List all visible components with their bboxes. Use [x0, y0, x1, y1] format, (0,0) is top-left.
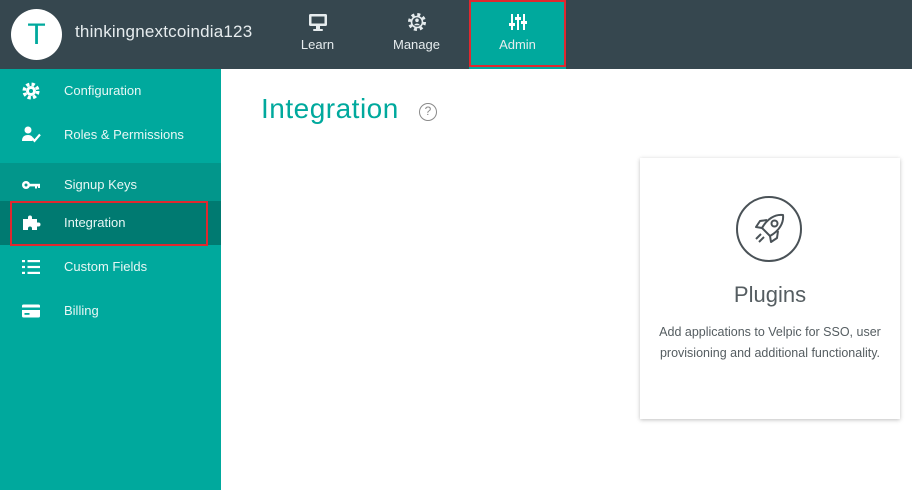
integration-item-highlight: [10, 201, 208, 246]
sidebar-item-custom-fields[interactable]: Custom Fields: [0, 245, 221, 289]
sidebar-item-configuration[interactable]: Configuration: [0, 69, 221, 113]
key-icon: [22, 181, 40, 189]
gear-person-icon: [407, 13, 426, 31]
user-check-icon: [22, 126, 41, 143]
page-title: Integration: [261, 93, 399, 124]
sidebar-item-billing[interactable]: Billing: [0, 289, 221, 333]
plugins-card[interactable]: Plugins Add applications to Velpic for S…: [640, 158, 900, 419]
rocket-icon: [736, 196, 802, 262]
sidebar-item-label: Configuration: [64, 83, 142, 98]
tab-learn[interactable]: Learn: [269, 0, 366, 69]
gear-icon: [22, 82, 40, 100]
sidebar-item-label: Signup Keys: [64, 177, 137, 192]
sidebar-item-roles-permissions[interactable]: Roles & Permissions: [0, 113, 221, 157]
admin-sidebar: Configuration Roles & Permissions Signup…: [0, 69, 221, 490]
help-icon[interactable]: ?: [419, 103, 437, 121]
top-nav-bar: T thinkingnextcoindia123 Learn Manage Ad: [0, 0, 912, 69]
tab-learn-label: Learn: [300, 37, 335, 52]
card-title: Plugins: [733, 282, 807, 307]
sidebar-item-label: Custom Fields: [64, 259, 148, 274]
org-avatar[interactable]: T: [11, 9, 62, 60]
list-icon: [22, 260, 40, 274]
card-description: Add applications to Velpic for SSO, user…: [659, 325, 881, 360]
credit-card-icon: [22, 304, 40, 318]
org-name: thinkingnextcoindia123: [75, 22, 253, 41]
admin-tab-highlight: [469, 0, 566, 67]
monitor-icon: [308, 14, 327, 31]
sidebar-item-label: Billing: [64, 303, 99, 318]
tab-manage-label: Manage: [393, 37, 440, 52]
tab-manage[interactable]: Manage: [368, 0, 465, 69]
sidebar-item-label: Roles & Permissions: [64, 127, 184, 142]
